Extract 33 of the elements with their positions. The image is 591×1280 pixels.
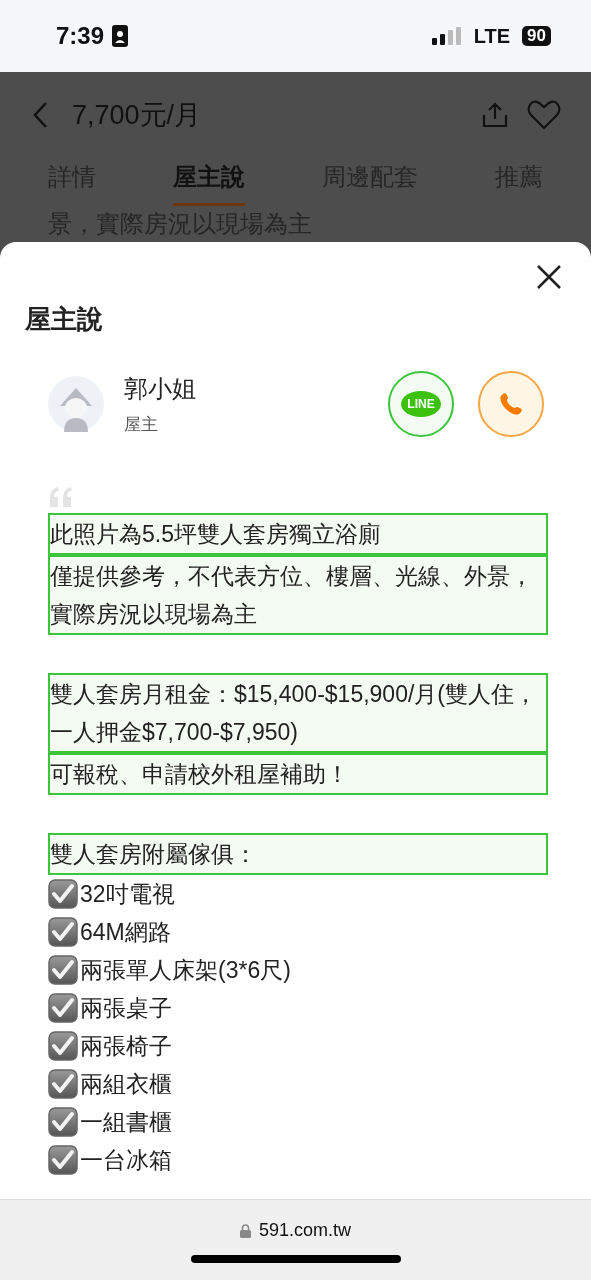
tab[interactable]: 屋主說 <box>173 155 245 206</box>
close-icon[interactable] <box>536 264 562 290</box>
furniture-item: 兩張桌子 <box>80 993 172 1023</box>
owner-role: 屋主 <box>124 413 159 436</box>
network-type: LTE <box>473 24 511 48</box>
furniture-item: 32吋電視 <box>80 879 175 909</box>
description-text: 僅提供參考，不代表方位、樓層、光線、外景，實際房況以現場為主 <box>48 555 548 635</box>
description-text: 此照片為5.5坪雙人套房獨立浴廁 <box>48 513 548 555</box>
phone-icon <box>498 391 524 417</box>
furniture-item: 兩張單人床架(3*6尺) <box>80 955 291 985</box>
page-title: 7,700元/月 <box>72 98 202 132</box>
quote-icon <box>48 487 74 507</box>
description-text: 雙人套房月租金：$15,400-$15,900/月(雙人住，一人押金$7,700-$7,950) <box>48 673 548 753</box>
lock-icon <box>239 1223 251 1238</box>
url-text[interactable]: 591.com.tw <box>258 1220 351 1241</box>
heart-icon[interactable] <box>527 99 561 130</box>
line-button[interactable]: LINE <box>388 371 454 437</box>
signal-icon <box>431 27 462 45</box>
avatar-icon <box>48 376 104 432</box>
description-text: 雙人套房附屬傢俱： <box>48 833 548 875</box>
furniture-item: 兩張椅子 <box>80 1031 172 1061</box>
sheet-title: 屋主說 <box>24 303 104 336</box>
battery-level: 90 <box>522 26 551 46</box>
id-card-icon <box>112 25 129 47</box>
description-text: 可報稅、申請校外租屋補助！ <box>48 753 548 795</box>
back-icon[interactable] <box>32 100 48 129</box>
furniture-item: 兩組衣櫃 <box>80 1069 172 1099</box>
status-time: 7:39 <box>56 22 105 50</box>
share-icon[interactable] <box>481 100 509 129</box>
furniture-item: 一組書櫃 <box>80 1107 172 1137</box>
owner-name: 郭小姐 <box>124 373 196 404</box>
furniture-item: 64M網路 <box>80 917 171 947</box>
furniture-item: 一台冰箱 <box>80 1145 172 1175</box>
